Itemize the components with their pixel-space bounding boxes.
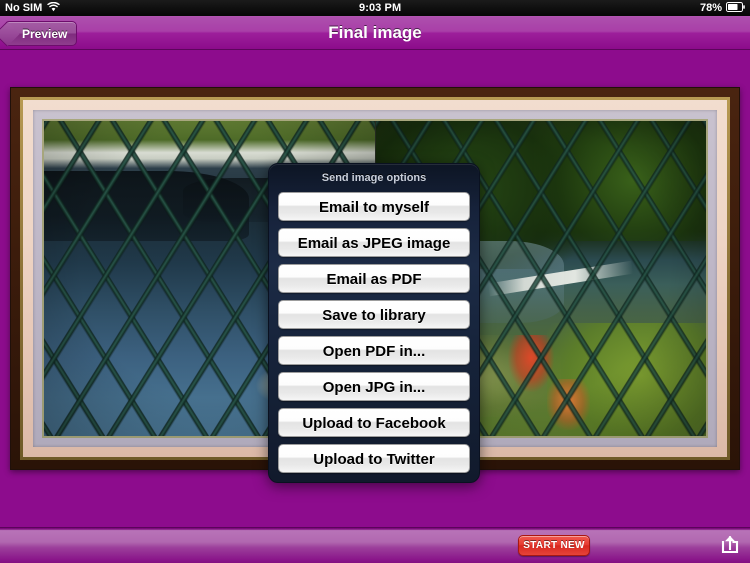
wifi-icon <box>47 1 60 15</box>
back-button-preview[interactable]: Preview <box>5 21 78 46</box>
status-bar-right: 78% <box>699 1 750 15</box>
page-title: Final image <box>328 23 422 42</box>
share-button[interactable] <box>715 533 745 559</box>
carrier-label: No SIM <box>5 2 43 14</box>
navigation-bar: Final image Preview <box>0 16 750 50</box>
action-button-save-to-library[interactable]: Save to library <box>278 300 470 329</box>
action-button-open-pdf-in[interactable]: Open PDF in... <box>278 336 470 365</box>
bottom-toolbar: START NEW <box>0 527 750 563</box>
action-sheet-title: Send image options <box>321 172 427 184</box>
battery-icon <box>726 1 745 15</box>
photo-tree-shape-2 <box>534 121 706 241</box>
action-button-email-as-jpeg[interactable]: Email as JPEG image <box>278 228 470 257</box>
action-button-email-as-pdf[interactable]: Email as PDF <box>278 264 470 293</box>
action-button-email-to-myself[interactable]: Email to myself <box>278 192 470 221</box>
photo-flower-shape-2 <box>547 379 591 430</box>
status-bar-clock: 9:03 PM <box>358 2 402 14</box>
back-button-label: Preview <box>22 26 68 41</box>
app-root: No SIM 9:03 PM 78% Final image Preview S… <box>0 0 750 563</box>
canvas-area: Send image options Email to myself Email… <box>0 50 750 527</box>
share-icon <box>719 534 741 559</box>
status-bar-left: No SIM <box>0 1 60 15</box>
action-button-open-jpg-in[interactable]: Open JPG in... <box>278 372 470 401</box>
battery-percent-label: 78% <box>699 2 722 14</box>
action-button-upload-to-facebook[interactable]: Upload to Facebook <box>278 408 470 437</box>
status-bar: No SIM 9:03 PM 78% <box>0 0 750 16</box>
send-image-options-action-sheet: Send image options Email to myself Email… <box>268 163 480 483</box>
start-new-button[interactable]: START NEW <box>518 535 590 556</box>
action-button-upload-to-twitter[interactable]: Upload to Twitter <box>278 444 470 473</box>
